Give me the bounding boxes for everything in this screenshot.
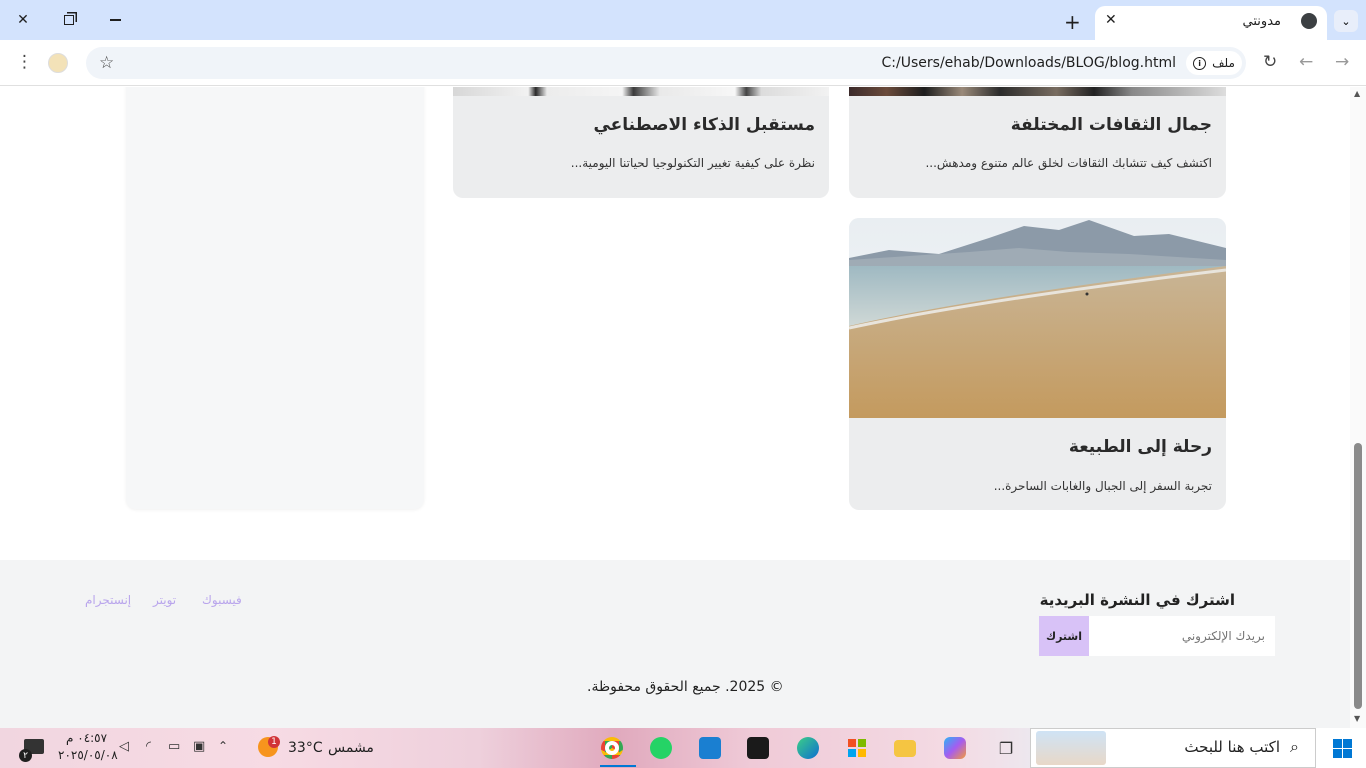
show-hidden-icons[interactable]: ⌃ [218,739,228,753]
vscode-icon [699,737,721,759]
profile-icon[interactable] [48,53,68,73]
browser-tab[interactable]: مدونتي ✕ [1095,6,1327,40]
task-view-button[interactable]: ❐ [986,728,1026,768]
whatsapp-button[interactable] [641,728,681,768]
post-image [849,87,1226,96]
terminal-icon [747,737,769,759]
menu-icon[interactable]: ⋮ [16,52,33,72]
task-view-icon: ❐ [998,738,1014,758]
post-title[interactable]: رحلة إلى الطبيعة [1069,437,1212,457]
minimize-window-button[interactable] [92,0,138,40]
info-icon: i [1193,56,1207,70]
site-footer: اشترك في النشرة البريدية اشترك فيسبوك تو… [0,560,1350,728]
post-image [453,87,829,96]
store-icon [848,739,866,757]
forward-icon[interactable]: → [1335,52,1349,72]
post-title[interactable]: جمال الثقافات المختلفة [1011,115,1212,135]
facebook-link[interactable]: فيسبوك [202,593,242,607]
battery-icon[interactable]: ▭ [168,739,180,754]
clock-date[interactable]: ٢٠٢٥/٠٥/٠٨ [58,748,118,762]
scroll-down-icon[interactable]: ▼ [1354,714,1360,723]
post-card[interactable]: مستقبل الذكاء الاصطناعي نظرة على كيفية ت… [453,87,829,198]
weather-badge: 1 [268,736,280,748]
copyright-text: © 2025. جميع الحقوق محفوظة. [587,679,784,695]
volume-icon[interactable]: ◁ [119,739,129,754]
tab-close-icon[interactable]: ✕ [1105,12,1117,28]
file-chip-label: ملف [1212,56,1235,70]
minimize-icon [109,19,121,21]
post-image [849,218,1226,418]
active-app-indicator [600,765,636,767]
search-highlight-image [1036,731,1106,765]
copilot-button[interactable] [935,728,975,768]
newsletter-title: اشترك في النشرة البريدية [1039,591,1235,609]
post-description: اكتشف كيف تتشابك الثقافات لخلق عالم متنو… [925,156,1212,170]
copilot-icon [944,737,966,759]
vscode-button[interactable] [690,728,730,768]
whatsapp-icon [650,737,672,759]
chevron-down-icon: ⌄ [1341,14,1351,28]
site-info-chip[interactable]: i ملف [1186,51,1242,75]
back-icon[interactable]: ← [1299,52,1313,72]
restore-window-button[interactable] [46,0,92,40]
tab-search-button[interactable]: ⌄ [1334,10,1358,32]
weather-label: مشمس [328,740,374,756]
post-description: تجربة السفر إلى الجبال والغابات الساحرة.… [993,479,1212,493]
post-description: نظرة على كيفية تغيير التكنولوجيا لحياتنا… [570,156,815,170]
wifi-icon[interactable]: ◜ [146,739,151,754]
star-icon[interactable]: ☆ [99,53,114,73]
subscribe-button[interactable]: اشترك [1039,616,1089,656]
file-explorer-button[interactable] [885,728,925,768]
store-button[interactable] [837,728,877,768]
sidebar-panel [126,87,424,509]
page-viewport: مستقبل الذكاء الاصطناعي نظرة على كيفية ت… [0,87,1350,728]
clock-time[interactable]: ٠٤:٥٧ م [66,731,107,745]
globe-icon [1301,13,1317,29]
browser-title-bar: ✕ + مدونتي ✕ ⌄ [0,0,1366,40]
chrome-button[interactable] [592,728,632,768]
windows-icon [1332,738,1352,758]
weather-temp: 33°C [288,740,323,756]
beach-image [849,218,1226,418]
edge-icon [797,737,819,759]
reload-icon[interactable]: ↻ [1263,52,1277,72]
close-icon: ✕ [17,12,29,28]
instagram-link[interactable]: إنستجرام [85,593,131,607]
tab-title: مدونتي [1242,14,1281,29]
start-button[interactable] [1318,728,1366,768]
taskbar-search-placeholder: اكتب هنا للبحث [1184,738,1280,756]
camera-icon[interactable]: ▣ [193,739,205,754]
new-tab-icon: + [1064,10,1081,34]
twitter-link[interactable]: تويتر [153,593,176,607]
new-tab-button[interactable]: + [1064,10,1081,34]
edge-button[interactable] [788,728,828,768]
email-input[interactable] [1089,616,1275,656]
post-card[interactable]: جمال الثقافات المختلفة اكتشف كيف تتشابك … [849,87,1226,198]
chrome-icon [601,737,623,759]
search-icon: ⌕ [1290,737,1299,756]
post-title[interactable]: مستقبل الذكاء الاصطناعي [593,115,815,135]
scrollbar-thumb[interactable] [1354,443,1362,709]
scroll-up-icon[interactable]: ▲ [1354,89,1360,98]
url-text[interactable]: C:/Users/ehab/Downloads/BLOG/blog.html [882,55,1176,71]
notification-badge: ٢ [19,749,32,762]
terminal-button[interactable] [738,728,778,768]
close-window-button[interactable]: ✕ [0,0,46,40]
restore-icon [64,15,74,25]
post-card[interactable]: رحلة إلى الطبيعة تجربة السفر إلى الجبال … [849,218,1226,510]
folder-icon [894,739,916,757]
